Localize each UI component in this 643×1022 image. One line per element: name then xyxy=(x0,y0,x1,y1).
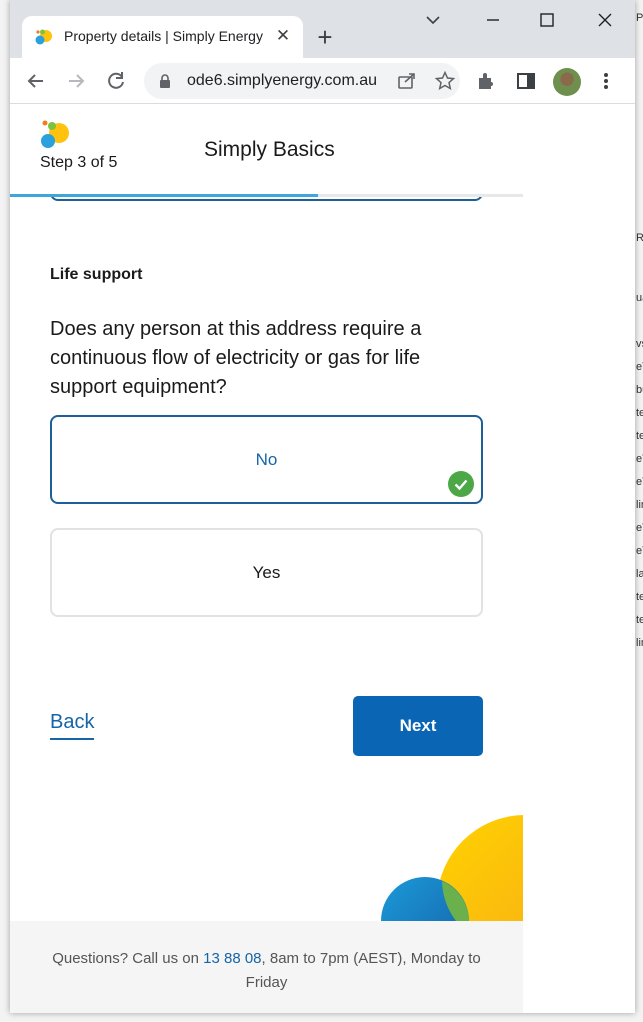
footer-phone-link[interactable]: 13 88 08 xyxy=(203,950,261,967)
profile-avatar[interactable] xyxy=(553,68,581,96)
url-text[interactable]: ode6.simplyenergy.com.au xyxy=(187,72,377,90)
background-text: lin xyxy=(636,499,643,511)
background-text: Pr xyxy=(636,12,643,24)
progress-bar-fill xyxy=(10,194,318,197)
question-text: Does any person at this address require … xyxy=(50,318,422,398)
background-text: te xyxy=(636,614,643,626)
lock-icon[interactable] xyxy=(158,73,172,89)
background-text: te xyxy=(636,407,643,419)
extensions-icon[interactable] xyxy=(474,69,498,93)
app-header: Step 3 of 5 Simply Basics xyxy=(10,105,523,197)
page-viewport: Step 3 of 5 Simply Basics Life support D… xyxy=(10,105,635,1013)
option-no-card[interactable]: No xyxy=(50,415,483,504)
footer-prefix: Questions? Call us on xyxy=(52,950,199,967)
tab-title: Property details | Simply Energy xyxy=(64,28,263,44)
checkmark-icon xyxy=(448,471,474,497)
footer: Questions? Call us on 13 88 08, 8am to 7… xyxy=(10,921,523,1013)
background-text: eT xyxy=(636,453,643,465)
address-bar[interactable]: ode6.simplyenergy.com.au xyxy=(144,63,460,99)
tab-close-icon[interactable]: ✕ xyxy=(272,25,294,47)
background-text: eT xyxy=(636,522,643,534)
browser-toolbar: ode6.simplyenergy.com.au xyxy=(10,58,635,104)
background-text: R xyxy=(636,232,643,244)
background-text: ua xyxy=(636,292,643,304)
browser-titlebar: Property details | Simply Energy ✕ + xyxy=(10,0,635,58)
plan-name: Simply Basics xyxy=(204,138,335,161)
bookmark-star-icon[interactable] xyxy=(434,70,456,92)
background-text: te xyxy=(636,430,643,442)
section-title: Life support xyxy=(50,266,143,283)
background-text: la xyxy=(636,568,643,580)
next-button[interactable]: Next xyxy=(353,696,483,756)
option-no-label: No xyxy=(255,450,278,469)
footer-text: Questions? Call us on 13 88 08, 8am to 7… xyxy=(34,947,499,995)
share-icon[interactable] xyxy=(396,70,418,92)
new-tab-button[interactable]: + xyxy=(311,24,339,52)
site-favicon-icon xyxy=(34,27,54,47)
maximize-button[interactable] xyxy=(532,8,562,32)
background-text: vs xyxy=(636,338,643,350)
simply-energy-logo xyxy=(38,115,74,151)
option-yes-label: Yes xyxy=(252,563,281,582)
background-text: lin xyxy=(636,637,643,649)
browser-window: Property details | Simply Energy ✕ + ode… xyxy=(10,0,635,1013)
progress-bar xyxy=(10,194,523,197)
close-window-button[interactable] xyxy=(590,8,620,32)
back-link[interactable]: Back xyxy=(50,711,95,740)
more-menu-icon[interactable] xyxy=(594,69,618,93)
browser-tab[interactable]: Property details | Simply Energy ✕ xyxy=(22,16,303,58)
back-arrow-icon[interactable] xyxy=(23,68,49,94)
decorative-brand-circles xyxy=(370,805,523,921)
background-text: eT xyxy=(636,476,643,488)
step-indicator: Step 3 of 5 xyxy=(40,154,118,171)
minimize-button[interactable] xyxy=(478,8,508,32)
background-text: bu xyxy=(636,384,643,396)
reload-icon[interactable] xyxy=(103,68,129,94)
page-blank-area xyxy=(523,105,635,1013)
background-text: eT xyxy=(636,545,643,557)
option-yes-card[interactable]: Yes xyxy=(50,528,483,617)
background-text: te xyxy=(636,591,643,603)
forward-arrow-icon[interactable] xyxy=(63,68,89,94)
background-text: eT xyxy=(636,361,643,373)
tab-search-icon[interactable] xyxy=(418,8,448,32)
side-panel-icon[interactable] xyxy=(514,69,538,93)
footer-suffix: , 8am to 7pm (AEST), Monday to Friday xyxy=(245,950,481,991)
